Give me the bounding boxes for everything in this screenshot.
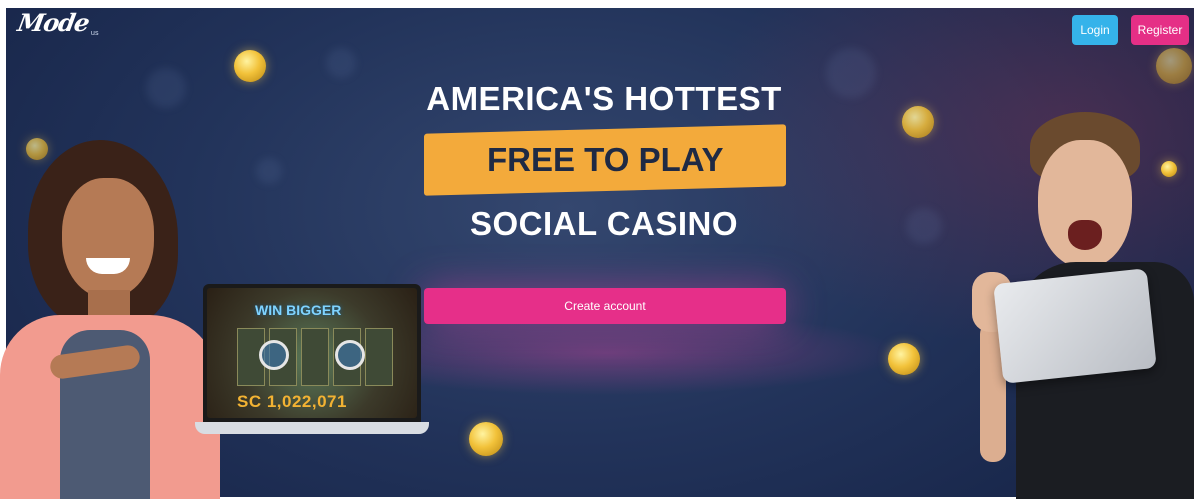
headline-banner-text: FREE TO PLAY: [486, 141, 724, 178]
woman-face: [62, 178, 154, 298]
gold-coin-icon: [888, 343, 920, 375]
tablet-illustration: [993, 268, 1157, 384]
headline-top: AMERICA'S HOTTEST: [426, 80, 782, 117]
bokeh-light: [826, 48, 876, 98]
laptop-base: [195, 422, 429, 434]
laptop-illustration: WIN BIGGER SC 1,022,071: [195, 284, 429, 439]
bokeh-light: [146, 68, 186, 108]
slot-reel: [301, 328, 329, 386]
laptop-screen: WIN BIGGER SC 1,022,071: [203, 284, 421, 422]
login-button[interactable]: Login: [1072, 15, 1118, 45]
slot-game-display: WIN BIGGER SC 1,022,071: [207, 288, 417, 418]
gold-coin-icon: [902, 106, 934, 138]
slot-wheel-icon: [335, 340, 365, 370]
site-logo[interactable]: Modeus: [15, 8, 99, 37]
man-mouth: [1068, 220, 1102, 250]
headline-bottom: SOCIAL CASINO: [469, 205, 739, 242]
bokeh-light: [906, 208, 942, 244]
slot-game-title: WIN BIGGER: [255, 302, 342, 318]
slot-reel: [365, 328, 393, 386]
headline-banner: FREE TO PLAY: [424, 124, 786, 196]
gold-coin-icon: [1156, 48, 1192, 84]
woman-illustration: [0, 140, 230, 499]
logo-suffix: us: [90, 29, 99, 37]
logo-wordmark: Mode: [15, 8, 92, 37]
create-account-button[interactable]: Create account: [424, 288, 786, 324]
gold-coin-icon: [469, 422, 503, 456]
bokeh-light: [256, 158, 282, 184]
gold-coin-icon: [234, 50, 266, 82]
bokeh-light: [326, 48, 356, 78]
slot-win-amount: SC 1,022,071: [237, 392, 347, 411]
slot-wheel-icon: [259, 340, 289, 370]
register-button[interactable]: Register: [1131, 15, 1189, 45]
